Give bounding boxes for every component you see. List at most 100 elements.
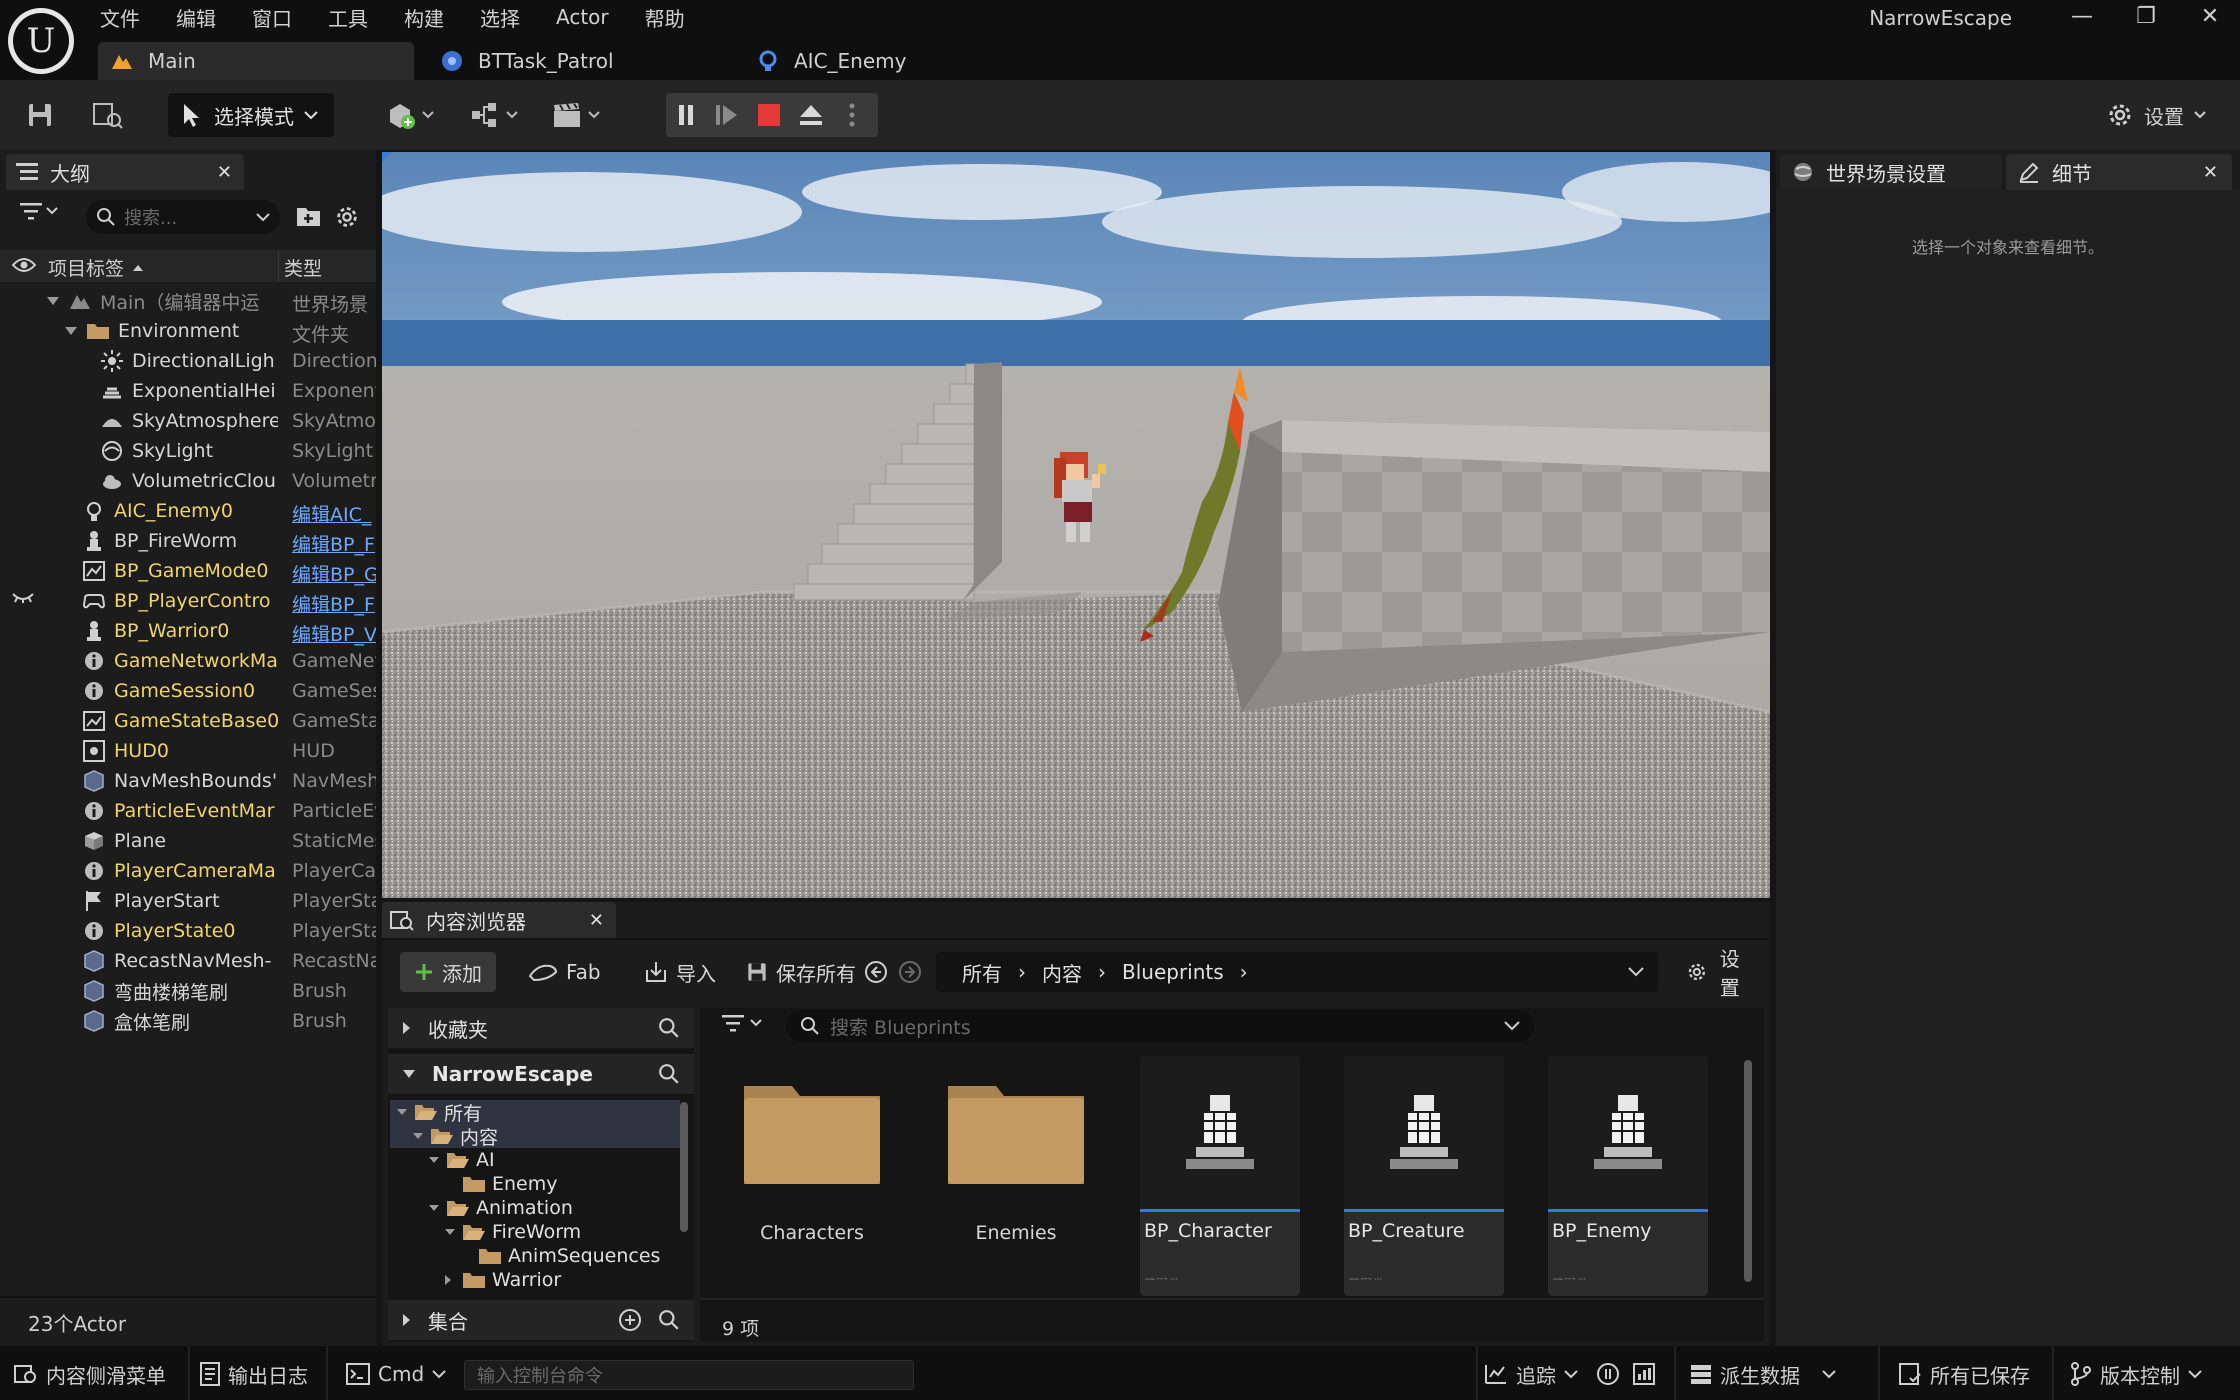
pause-button[interactable] [666,93,706,137]
outliner-row[interactable]: SkyLight SkyLight [0,436,376,466]
tab-world-settings[interactable]: 世界场景设置 [1780,154,2002,190]
chevron-right-icon[interactable]: › [1098,960,1106,984]
menu-build[interactable]: 构建 [404,3,462,32]
console-input[interactable]: 输入控制台命令 [464,1360,914,1390]
asset-scrollbar[interactable] [1744,1060,1752,1282]
expander-icon[interactable] [46,296,60,306]
close-window-button[interactable]: ✕ [2180,0,2240,34]
outliner-row[interactable]: Plane StaticMes [0,826,376,856]
outliner-row[interactable]: AIC_Enemy0 编辑AIC_ [0,496,376,526]
visibility-column-header[interactable] [12,256,36,274]
outliner-row[interactable]: SkyAtmosphere SkyAtmos [0,406,376,436]
asset-search-field[interactable]: 搜索 Blueprints [786,1010,1534,1042]
chevron-down-icon[interactable] [428,1204,440,1212]
step-frame-button[interactable] [706,93,748,137]
outliner-row[interactable]: ParticleEventMar ParticleEv [0,796,376,826]
history-forward-button[interactable] [898,960,922,984]
search-icon[interactable] [658,1063,680,1085]
outliner-row[interactable]: HUD0 HUD [0,736,376,766]
outliner-row[interactable]: BP_FireWorm 编辑BP_F [0,526,376,556]
search-icon[interactable] [658,1309,680,1331]
folder-tree-item[interactable]: AI [390,1148,680,1172]
menu-window[interactable]: 窗口 [252,3,310,32]
blueprint-button[interactable] [470,93,528,137]
folder-tree-item[interactable]: Warrior [390,1268,680,1292]
chevron-down-icon[interactable] [1628,967,1644,977]
folder-tree-item[interactable]: 内容 [390,1124,680,1149]
chevron-down-icon[interactable] [396,1108,408,1116]
add-actor-button[interactable] [386,93,444,137]
add-button[interactable]: 添加 [400,952,496,992]
folder-tree-item[interactable]: Animation [390,1196,680,1220]
tab-aic-enemy[interactable]: AIC_Enemy [744,42,1044,80]
asset-blueprint-tile[interactable]: BP_Creature 蓝图类 [1344,1056,1504,1296]
derived-data-button[interactable]: 派生数据 [1690,1356,1836,1392]
favorites-section[interactable]: 收藏夹 [388,1008,694,1048]
content-settings-button[interactable]: 设置 [1672,947,1770,1000]
chevron-right-icon[interactable]: › [1240,960,1248,984]
outliner-row[interactable]: RecastNavMesh- RecastNa [0,946,376,976]
menu-file[interactable]: 文件 [100,3,158,32]
folder-tree-item[interactable]: Enemy [390,1172,680,1196]
outliner-row[interactable]: Environment 文件夹 [0,316,376,346]
outliner-row[interactable]: ExponentialHei Exponent [0,376,376,406]
eye-hidden-icon[interactable] [12,590,34,604]
expander-icon[interactable] [64,326,78,336]
outliner-row[interactable]: 弯曲楼梯笔刷 Brush [0,976,376,1006]
outliner-row[interactable]: VolumetricClou Volumetr [0,466,376,496]
maximize-button[interactable]: ❐ [2116,0,2176,34]
menu-edit[interactable]: 编辑 [176,3,234,32]
trace-button[interactable]: 追踪 [1484,1356,1578,1392]
folder-tree-scrollbar[interactable] [680,1102,688,1232]
add-folder-button[interactable] [296,204,322,228]
label-column-header[interactable]: 项目标签 [48,254,144,281]
outliner-row[interactable]: NavMeshBounds' NavMesh [0,766,376,796]
chevron-down-icon[interactable] [428,1156,440,1164]
content-browser-tab[interactable]: 内容浏览器 ✕ [382,902,616,938]
collections-section[interactable]: 集合 [388,1300,694,1340]
add-collection-icon[interactable] [618,1308,642,1332]
outliner-filter-button[interactable] [20,202,58,220]
close-icon[interactable]: ✕ [2203,162,2218,183]
folder-tree-item[interactable]: FireWorm [390,1220,680,1244]
folder-tree-item[interactable]: 所有 [390,1100,680,1125]
outliner-row[interactable]: GameSession0 GameSes [0,676,376,706]
mode-select-dropdown[interactable]: 选择模式 [168,93,334,137]
asset-folder-tile[interactable]: Enemies [936,1056,1096,1244]
level-viewport[interactable] [382,152,1770,898]
import-button[interactable]: 导入 [630,952,730,992]
outliner-row[interactable]: BP_Warrior0 编辑BP_V [0,616,376,646]
project-section[interactable]: NarrowEscape [388,1054,694,1094]
outliner-settings-button[interactable] [334,204,360,230]
outliner-row[interactable]: PlayerStart PlayerSta [0,886,376,916]
history-back-button[interactable] [864,960,888,984]
save-button[interactable] [18,93,62,137]
outliner-row-type[interactable]: 编辑BP_F [292,590,376,616]
outliner-row-type[interactable]: 编辑BP_V [292,620,376,646]
tab-bttask-patrol[interactable]: BTTask_Patrol [428,42,728,80]
output-log-button[interactable]: 输出日志 [200,1356,308,1392]
menu-actor[interactable]: Actor [556,5,627,29]
close-icon[interactable]: ✕ [589,910,604,931]
outliner-tab[interactable]: 大纲 ✕ [6,154,244,190]
outliner-row-type[interactable]: 编辑BP_G [292,560,376,586]
source-control-button[interactable]: 版本控制 [2070,1356,2202,1392]
chevron-down-icon[interactable] [412,1132,424,1140]
outliner-search-input[interactable]: 搜索... [124,204,248,230]
outliner-row[interactable]: 盒体笔刷 Brush [0,1006,376,1036]
folder-tree-item[interactable]: AnimSequences [390,1244,680,1268]
menu-help[interactable]: 帮助 [645,3,703,32]
cmd-selector[interactable]: Cmd [346,1356,446,1392]
outliner-row-type[interactable]: 编辑AIC_ [292,500,376,526]
chevron-down-icon[interactable] [444,1228,456,1236]
save-all-button[interactable]: 保存所有 [732,952,870,992]
play-options-button[interactable] [832,93,872,137]
toolbar-settings-button[interactable]: 设置 [2106,93,2210,137]
tab-details[interactable]: 细节 ✕ [2006,154,2232,190]
all-saved-button[interactable]: 所有已保存 [1898,1356,2030,1392]
minimize-button[interactable]: — [2052,0,2112,34]
outliner-row-type[interactable]: 编辑BP_F [292,530,376,556]
asset-blueprint-tile[interactable]: BP_Character 蓝图类 [1140,1056,1300,1296]
content-drawer-button[interactable]: 内容侧滑菜单 [14,1356,166,1392]
menu-tools[interactable]: 工具 [328,3,386,32]
